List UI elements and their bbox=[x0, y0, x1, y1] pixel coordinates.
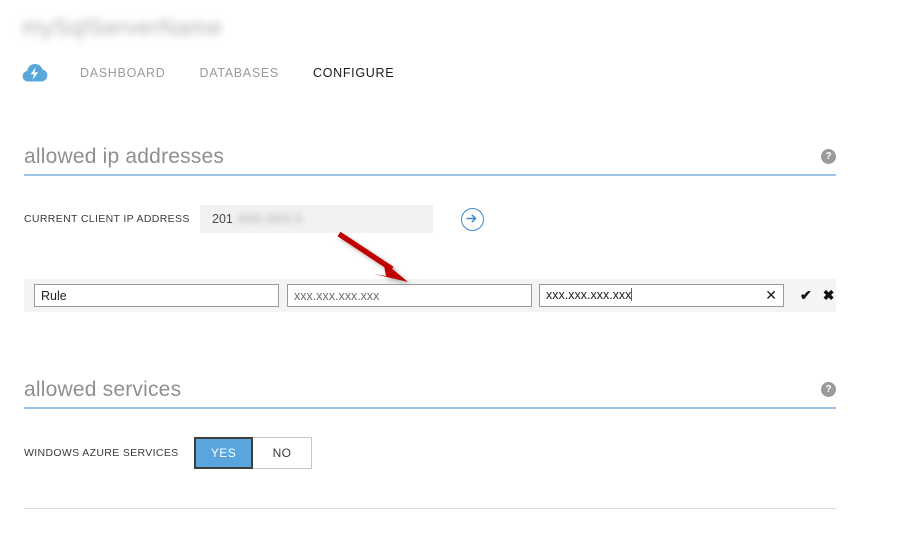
tab-dashboard[interactable]: DASHBOARD bbox=[80, 66, 165, 80]
tab-databases[interactable]: DATABASES bbox=[199, 66, 278, 80]
allowed-ip-addresses-section: allowed ip addresses ? bbox=[24, 144, 836, 178]
clear-icon[interactable]: ✕ bbox=[765, 284, 777, 307]
current-client-ip-value: 201 .XXX.XXX.X bbox=[200, 205, 433, 233]
help-icon[interactable]: ? bbox=[821, 149, 836, 164]
allowed-ip-title: allowed ip addresses bbox=[24, 145, 225, 168]
windows-azure-services-toggle[interactable]: YES NO bbox=[194, 437, 312, 469]
bottom-divider bbox=[24, 508, 836, 509]
rule-end-ip-input[interactable] bbox=[539, 284, 784, 307]
ip-rule-editor-row: xxx.xxx.xxx.xxx ✕ ✔ ✖ bbox=[24, 279, 836, 312]
allowed-services-title: allowed services bbox=[24, 378, 182, 401]
allowed-ip-header: allowed ip addresses ? bbox=[24, 144, 836, 178]
add-current-ip-button[interactable] bbox=[461, 207, 484, 231]
current-ip-visible-part: 201 bbox=[212, 212, 233, 226]
primary-nav: DASHBOARD DATABASES CONFIGURE bbox=[22, 62, 428, 84]
current-client-ip-row: CURRENT CLIENT IP ADDRESS 201 .XXX.XXX.X bbox=[24, 205, 836, 233]
allowed-services-header: allowed services ? bbox=[24, 377, 836, 411]
current-client-ip-label: CURRENT CLIENT IP ADDRESS bbox=[24, 213, 190, 225]
confirm-check-icon[interactable]: ✔ bbox=[800, 287, 812, 304]
windows-azure-services-row: WINDOWS AZURE SERVICES YES NO bbox=[24, 437, 836, 469]
toggle-option-yes[interactable]: YES bbox=[194, 437, 253, 469]
rule-name-input[interactable] bbox=[34, 284, 279, 307]
allowed-services-section: allowed services ? bbox=[24, 377, 836, 411]
rule-end-ip-wrapper: xxx.xxx.xxx.xxx ✕ bbox=[539, 284, 784, 307]
section-underline bbox=[24, 174, 836, 176]
cancel-x-icon[interactable]: ✖ bbox=[823, 287, 835, 304]
toggle-option-no[interactable]: NO bbox=[253, 437, 312, 469]
section-underline bbox=[24, 407, 836, 409]
current-ip-redacted-part: .XXX.XXX.X bbox=[233, 212, 303, 226]
tab-configure[interactable]: CONFIGURE bbox=[313, 66, 394, 80]
page-title: mySqlServerName bbox=[22, 14, 223, 40]
windows-azure-services-label: WINDOWS AZURE SERVICES bbox=[24, 447, 179, 459]
help-icon[interactable]: ? bbox=[821, 382, 836, 397]
rule-start-ip-input[interactable] bbox=[287, 284, 532, 307]
azure-sql-cloud-icon bbox=[22, 62, 48, 84]
